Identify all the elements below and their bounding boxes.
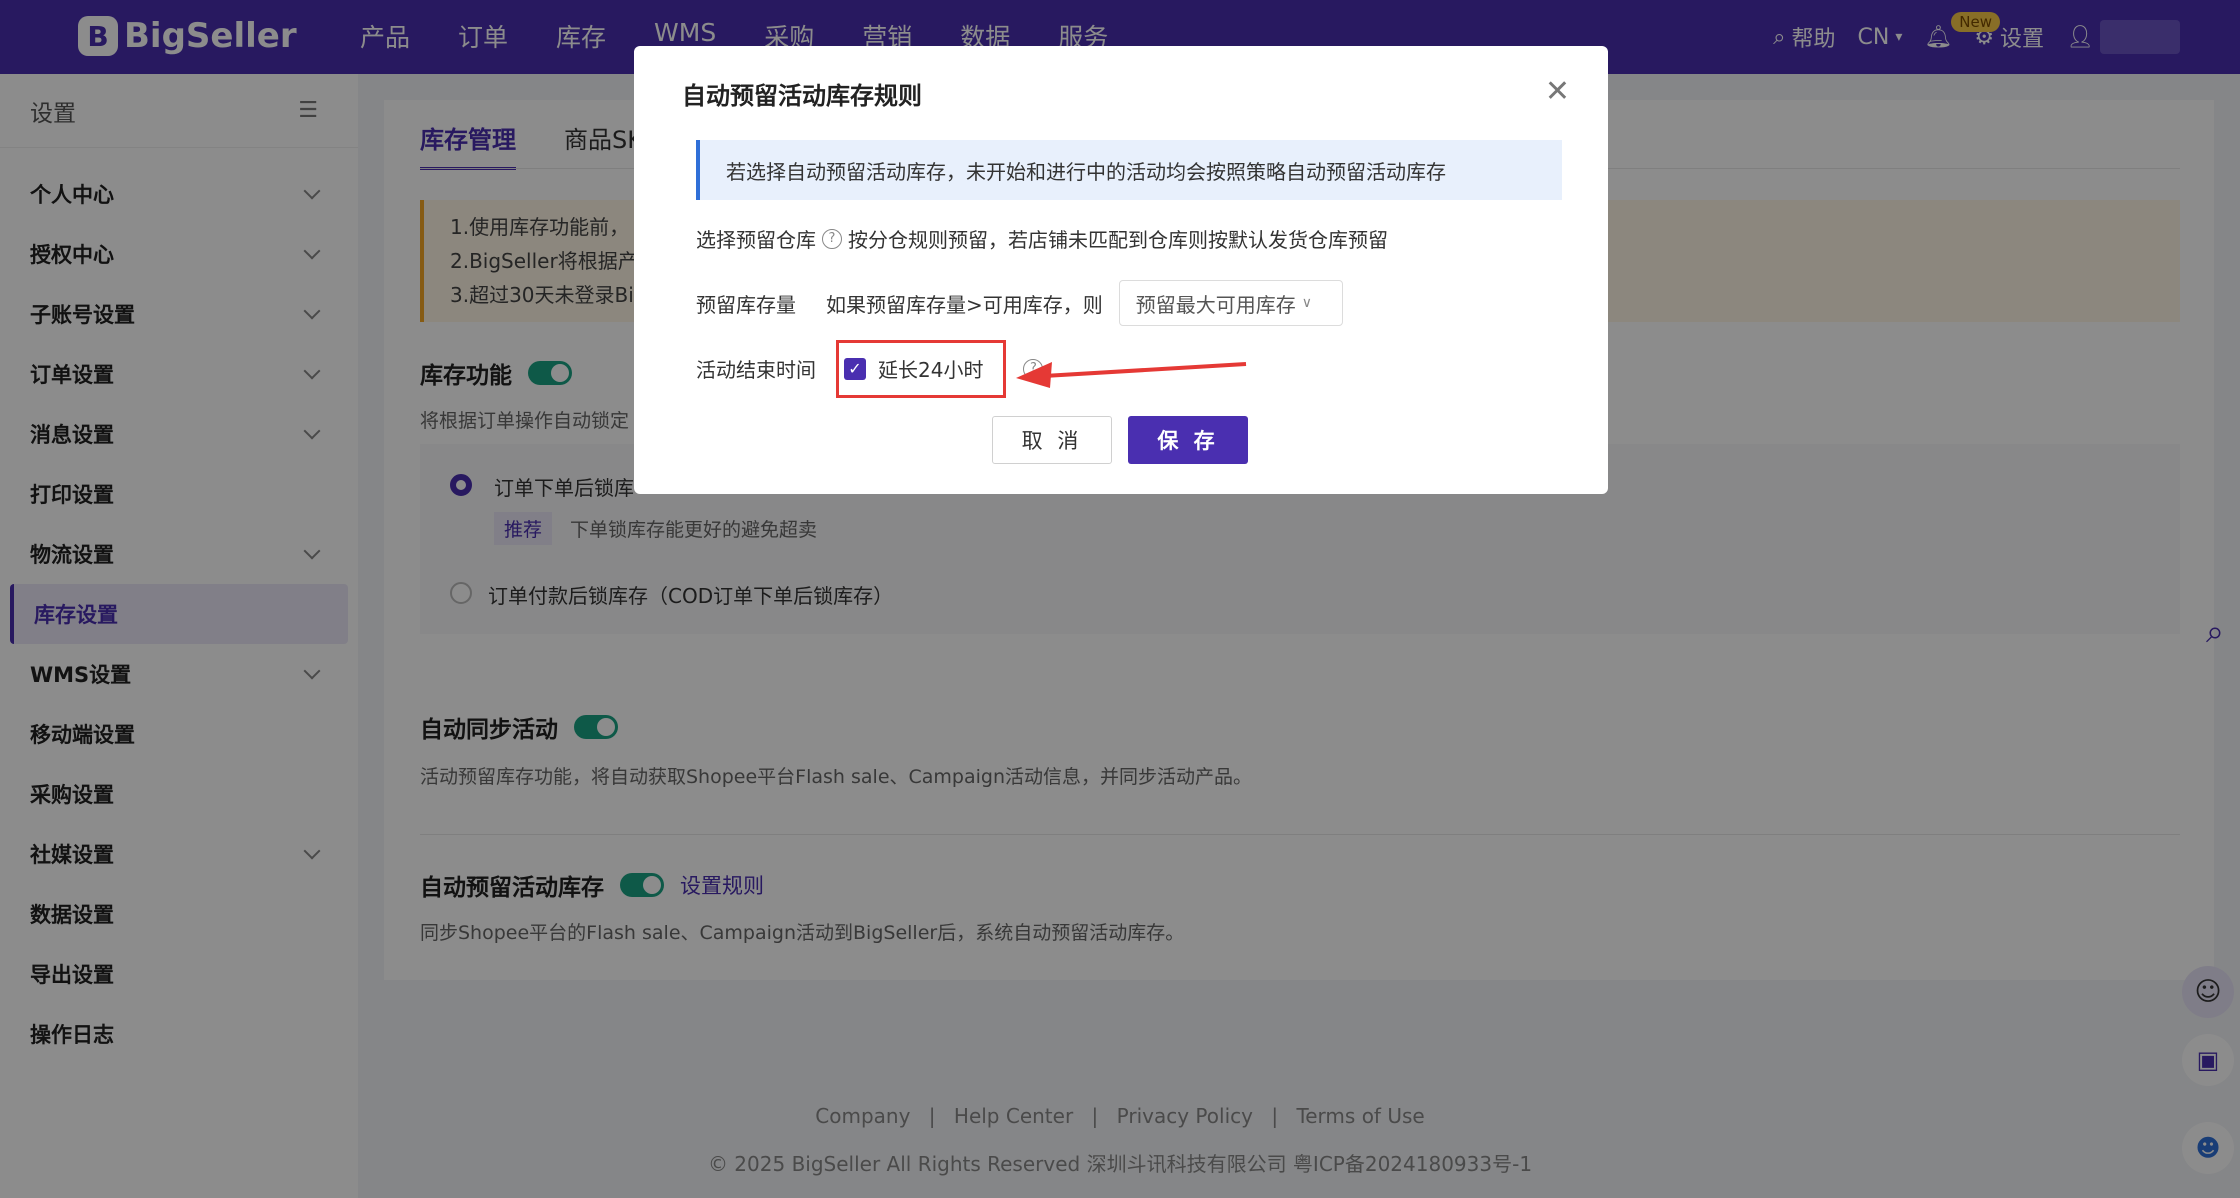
close-icon[interactable]: ✕ xyxy=(1545,74,1570,109)
warehouse-row: 选择预留仓库 ? 按分仓规则预留，若店铺未匹配到仓库则按默认发货仓库预留 xyxy=(696,224,1388,253)
red-arrow-annotation xyxy=(1016,362,1247,388)
modal-info-banner: 若选择自动预留活动库存，未开始和进行中的活动均会按照策略自动预留活动库存 xyxy=(696,140,1562,200)
modal-title: 自动预留活动库存规则 xyxy=(682,82,922,110)
highlight-box xyxy=(836,340,1006,398)
reserve-rules-modal: 自动预留活动库存规则 ✕ 若选择自动预留活动库存，未开始和进行中的活动均会按照策… xyxy=(634,46,1608,494)
quantity-select-value: 预留最大可用库存 xyxy=(1135,292,1296,317)
warehouse-text: 按分仓规则预留，若店铺未匹配到仓库则按默认发货仓库预留 xyxy=(848,228,1388,252)
quantity-label: 预留库存量 xyxy=(696,292,796,317)
question-icon[interactable]: ? xyxy=(822,228,842,249)
warehouse-label: 选择预留仓库 xyxy=(696,228,816,252)
save-button[interactable]: 保 存 xyxy=(1128,416,1248,464)
quantity-condition-text: 如果预留库存量>可用库存，则 xyxy=(826,292,1103,317)
chevron-down-icon: ∨ xyxy=(1301,295,1313,311)
quantity-row: 预留库存量 如果预留库存量>可用库存，则 预留最大可用库存 ∨ xyxy=(696,280,1343,326)
quantity-select[interactable]: 预留最大可用库存 ∨ xyxy=(1118,280,1343,326)
cancel-button[interactable]: 取 消 xyxy=(992,416,1112,464)
end-time-label: 活动结束时间 xyxy=(696,358,816,382)
